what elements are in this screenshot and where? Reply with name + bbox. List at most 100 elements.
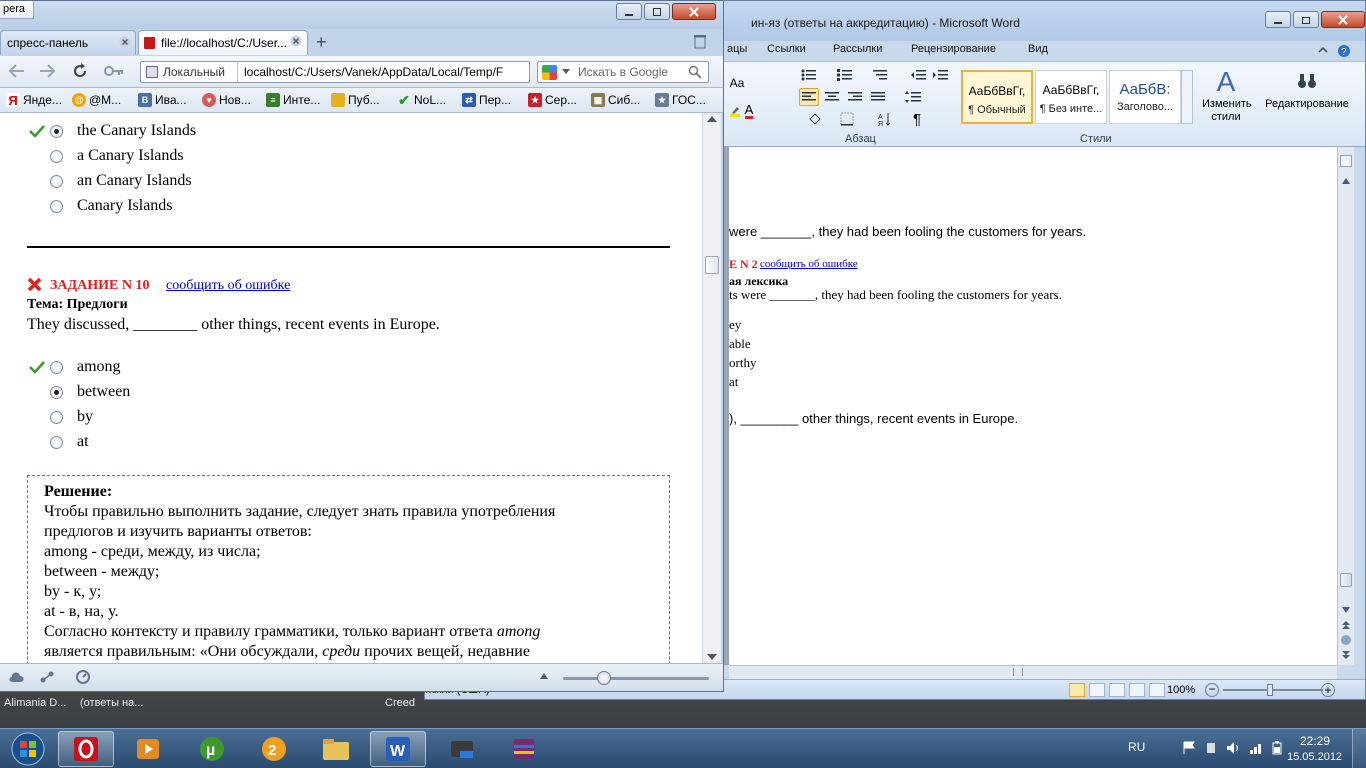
usb-icon[interactable] [1204,741,1218,755]
answer-option[interactable]: between [50,383,130,401]
web-view-icon[interactable] [1109,683,1125,697]
answer-option[interactable]: by [50,408,93,426]
zoom-slider-track[interactable] [1223,689,1323,691]
previous-page-icon[interactable] [1340,619,1352,631]
window-label[interactable]: (ответы на... [80,697,143,709]
show-desktop-button[interactable] [1352,729,1366,768]
bookmark-item[interactable]: ★ ГОС... [655,93,706,107]
search-box[interactable]: Искать в Google [537,61,709,83]
font-grow-button[interactable]: Aa [727,74,747,92]
borders-button[interactable] [837,110,857,128]
close-button[interactable] [1321,11,1365,28]
editing-button[interactable]: Редактирование [1259,66,1355,134]
outline-view-icon[interactable] [1129,683,1145,697]
highlight-button[interactable] [725,102,745,120]
address-bar[interactable]: Локальный localhost/C:/Users/Vanek/AppDa… [140,61,530,83]
align-center-button[interactable] [822,88,842,106]
align-right-button[interactable] [845,88,865,106]
line-spacing-button[interactable] [903,88,923,106]
scroll-thumb[interactable] [1340,573,1352,587]
clock-date[interactable]: 15.05.2012 [1287,751,1342,763]
numbering-button[interactable] [835,66,855,84]
tab-mailings[interactable]: Рассылки [833,43,882,55]
bullets-button[interactable] [799,66,819,84]
bookmark-item[interactable]: ✔ NoL... [397,92,446,108]
clock-time[interactable]: 22:29 [1300,734,1330,748]
zoom-slider-thumb[interactable] [597,671,611,685]
draft-view-icon[interactable] [1149,683,1165,697]
minimize-button[interactable] [616,3,642,20]
trash-icon[interactable] [693,33,707,49]
style-no-spacing[interactable]: АаБбВвГг, ¶ Без инте... [1035,70,1107,124]
scroll-up-icon[interactable] [707,116,717,122]
help-icon[interactable]: ? [1337,44,1351,58]
scroll-down-icon[interactable] [1340,605,1352,615]
volume-icon[interactable] [1226,741,1242,755]
cloud-icon[interactable] [8,671,24,683]
start-button[interactable] [6,729,50,768]
tab-speed-dial[interactable]: спресс-панель [0,30,136,55]
speedometer-icon[interactable] [76,670,90,684]
bookmark-item[interactable]: @ @M... [72,93,121,107]
radio-selected[interactable] [50,385,63,399]
tab-review[interactable]: Рецензирование [911,43,996,55]
decrease-indent-button[interactable] [909,66,929,84]
tab-references[interactable]: Ссылки [767,43,806,55]
close-button[interactable] [672,3,716,20]
bookmark-item[interactable]: Я Янде... [6,93,62,108]
zoom-in-icon[interactable]: + [1321,683,1335,697]
radio[interactable] [50,199,63,213]
styles-gallery-scroll[interactable] [1181,70,1193,124]
window-label[interactable]: Creed [385,697,415,709]
opera-menu-button[interactable]: pera [0,1,34,19]
answer-option[interactable]: among [50,358,121,376]
radio[interactable] [50,360,63,374]
zoom-level[interactable]: 100% [1167,684,1195,696]
taskbar-word[interactable]: W [370,731,426,767]
word-vertical-scrollbar[interactable] [1337,147,1354,665]
style-heading[interactable]: АаБбВ: Заголово... [1109,70,1181,124]
scroll-down-icon[interactable] [707,654,717,660]
bookmark-item[interactable]: В Ива... [138,93,187,107]
radio[interactable] [50,174,63,188]
show-marks-button[interactable]: ¶ [907,110,927,128]
taskbar-app[interactable]: 2 [246,731,302,767]
bookmark-item[interactable]: ★ Сер... [528,93,577,107]
opera-vertical-scrollbar[interactable] [702,113,721,663]
justify-button[interactable] [868,88,888,106]
word-horizontal-scrollbar[interactable] [729,665,1337,679]
taskbar-explorer[interactable] [308,731,364,767]
taskbar-media-player[interactable] [120,731,176,767]
key-icon[interactable] [104,64,124,78]
increase-indent-button[interactable] [931,66,951,84]
align-left-button[interactable] [799,88,819,106]
radio[interactable] [50,410,63,424]
radio-selected[interactable] [50,124,63,138]
answer-option[interactable]: Canary Islands [50,197,173,215]
bookmark-item[interactable]: ♥ Нов... [202,93,251,107]
flag-icon[interactable] [1182,741,1196,755]
shading-button[interactable] [805,110,825,128]
tab-view[interactable]: Вид [1028,43,1048,55]
chevron-up-icon[interactable] [540,673,548,679]
answer-option[interactable]: a Canary Islands [50,147,184,165]
battery-icon[interactable] [1272,741,1282,755]
bookmark-item[interactable]: ▦ Сиб... [591,93,640,107]
tab-file-localhost[interactable]: file://localhost/C:/User... [138,30,308,55]
taskbar-utorrent[interactable]: µ [184,731,240,767]
taskbar-winrar[interactable] [496,731,552,767]
sort-button[interactable]: АЯ [875,110,895,128]
answer-option[interactable]: at [50,433,89,451]
doc-report-link[interactable]: сообщить об ошибке [760,258,858,270]
reading-view-icon[interactable] [1089,683,1105,697]
search-icon[interactable] [688,65,702,79]
chevron-up-icon[interactable] [1317,44,1329,58]
style-normal[interactable]: АаБбВвГг, ¶ Обычный [961,70,1033,124]
maximize-button[interactable] [1293,11,1319,28]
bookmark-item[interactable]: ⇄ Пер... [462,93,511,107]
maximize-button[interactable] [644,3,670,20]
close-tab-icon[interactable] [290,35,302,47]
bookmark-item[interactable]: ≡ Инте... [266,93,320,107]
multilevel-list-button[interactable] [871,66,891,84]
taskbar-video-app[interactable] [434,731,490,767]
